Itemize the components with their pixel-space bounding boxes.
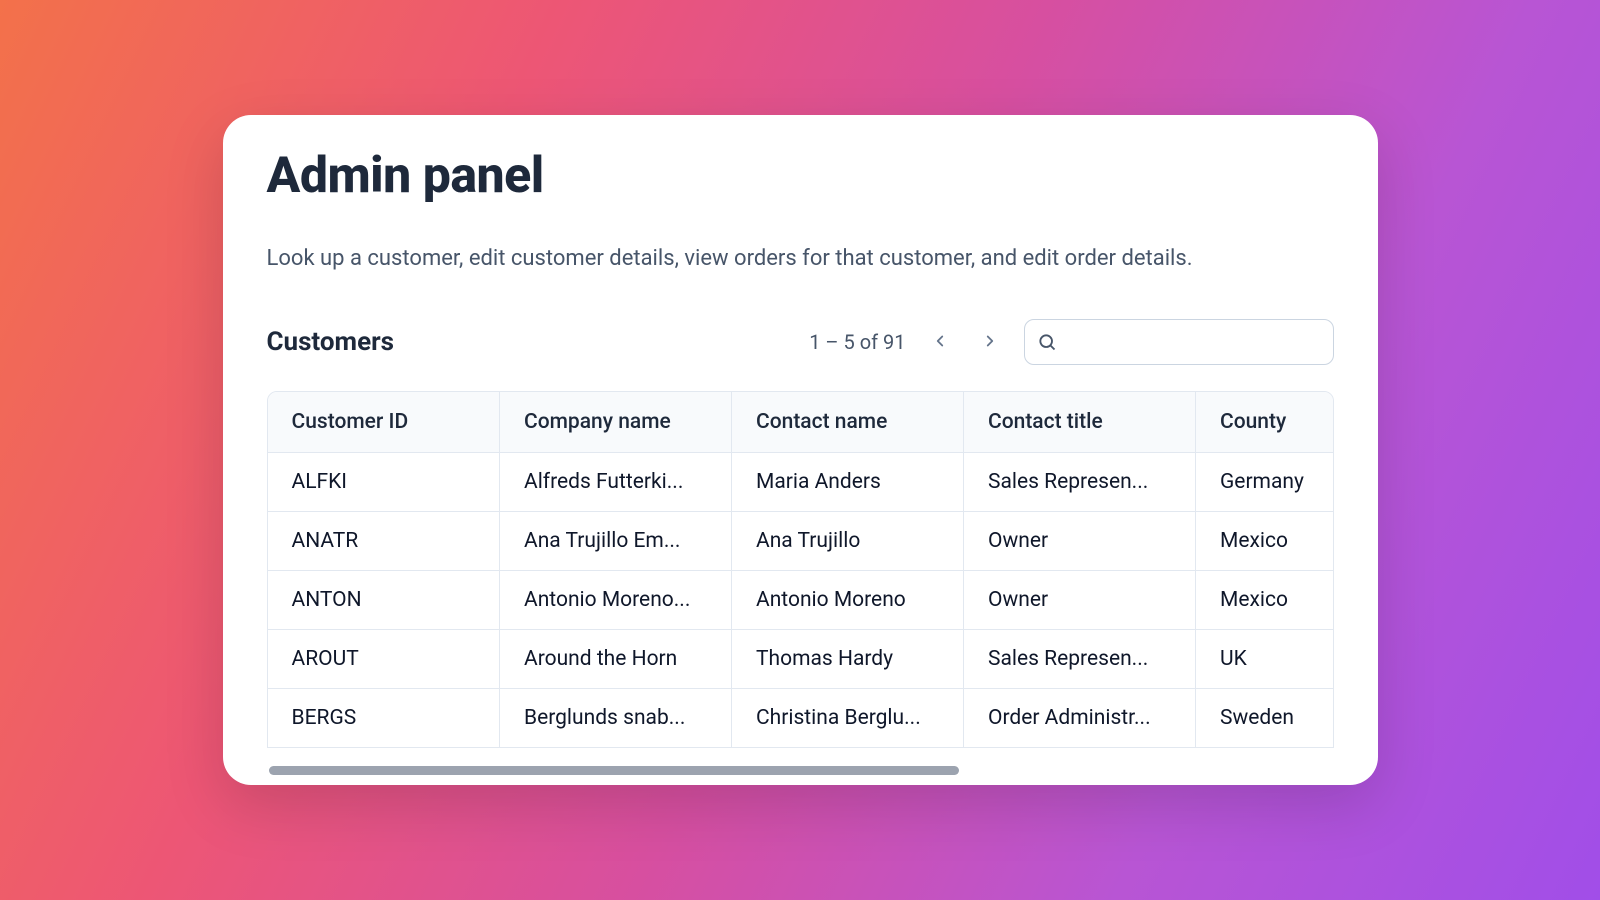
cell-contact-name: Maria Anders	[732, 453, 964, 512]
cell-contact-title: Sales Represen...	[964, 453, 1196, 512]
table-header-row: Customer ID Company name Contact name Co…	[268, 392, 1334, 453]
section-title: Customers	[267, 327, 395, 357]
section-toolbar: Customers 1 – 5 of 91	[267, 319, 1334, 365]
cell-contact-title: Owner	[964, 571, 1196, 630]
cell-customer-id: ANTON	[268, 571, 500, 630]
cell-company-name: Ana Trujillo Em...	[500, 512, 732, 571]
chevron-right-icon	[981, 332, 999, 353]
cell-customer-id: ANATR	[268, 512, 500, 571]
col-header-company-name[interactable]: Company name	[500, 392, 732, 453]
cell-county: Sweden	[1196, 689, 1334, 748]
table-row[interactable]: ANATR Ana Trujillo Em... Ana Trujillo Ow…	[268, 512, 1334, 571]
cell-company-name: Berglunds snab...	[500, 689, 732, 748]
horizontal-scrollbar-thumb[interactable]	[269, 766, 959, 775]
cell-county: Mexico	[1196, 512, 1334, 571]
table-row[interactable]: BERGS Berglunds snab... Christina Berglu…	[268, 689, 1334, 748]
cell-contact-name: Antonio Moreno	[732, 571, 964, 630]
cell-county: Germany	[1196, 453, 1334, 512]
cell-contact-name: Ana Trujillo	[732, 512, 964, 571]
cell-customer-id: ALFKI	[268, 453, 500, 512]
customers-table-wrap: Customer ID Company name Contact name Co…	[267, 391, 1334, 748]
prev-page-button[interactable]	[924, 326, 956, 358]
page-subtitle: Look up a customer, edit customer detail…	[267, 246, 1334, 271]
cell-county: Mexico	[1196, 571, 1334, 630]
cell-company-name: Around the Horn	[500, 630, 732, 689]
cell-contact-name: Thomas Hardy	[732, 630, 964, 689]
cell-contact-title: Owner	[964, 512, 1196, 571]
table-row[interactable]: ANTON Antonio Moreno... Antonio Moreno O…	[268, 571, 1334, 630]
table-row[interactable]: AROUT Around the Horn Thomas Hardy Sales…	[268, 630, 1334, 689]
cell-company-name: Alfreds Futterki...	[500, 453, 732, 512]
col-header-customer-id[interactable]: Customer ID	[268, 392, 500, 453]
cell-company-name: Antonio Moreno...	[500, 571, 732, 630]
page-title: Admin panel	[267, 149, 1334, 204]
pagination-info: 1 – 5 of 91	[809, 330, 905, 354]
cell-county: UK	[1196, 630, 1334, 689]
cell-contact-title: Sales Represen...	[964, 630, 1196, 689]
col-header-contact-title[interactable]: Contact title	[964, 392, 1196, 453]
search-field-wrap	[1024, 319, 1334, 365]
cell-contact-name: Christina Berglu...	[732, 689, 964, 748]
admin-panel-card: Admin panel Look up a customer, edit cus…	[223, 115, 1378, 785]
cell-customer-id: AROUT	[268, 630, 500, 689]
search-input[interactable]	[1024, 319, 1334, 365]
table-row[interactable]: ALFKI Alfreds Futterki... Maria Anders S…	[268, 453, 1334, 512]
col-header-contact-name[interactable]: Contact name	[732, 392, 964, 453]
cell-customer-id: BERGS	[268, 689, 500, 748]
horizontal-scrollbar-track[interactable]	[269, 766, 1332, 775]
cell-contact-title: Order Administr...	[964, 689, 1196, 748]
next-page-button[interactable]	[974, 326, 1006, 358]
customers-table: Customer ID Company name Contact name Co…	[268, 392, 1334, 747]
col-header-county[interactable]: County	[1196, 392, 1334, 453]
chevron-left-icon	[931, 332, 949, 353]
